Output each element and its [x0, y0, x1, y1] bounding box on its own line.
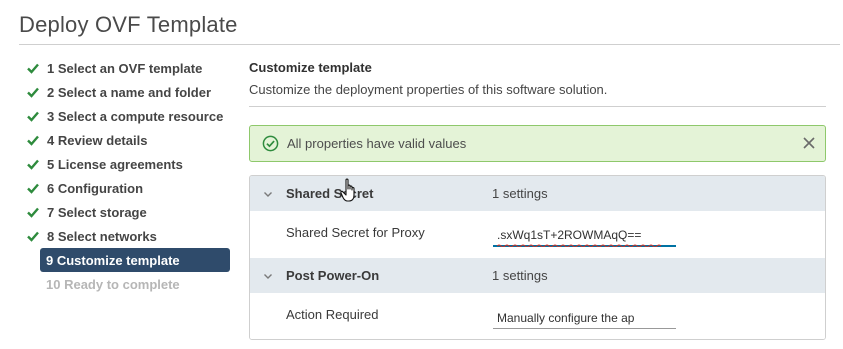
section-description: Customize the deployment properties of t… — [249, 82, 608, 97]
step-label: 9 Customize template — [46, 252, 180, 268]
step-label: 3 Select a compute resource — [47, 108, 224, 124]
group-title: Shared Secret — [286, 186, 374, 201]
check-icon — [27, 87, 39, 98]
close-icon[interactable] — [801, 135, 817, 151]
spellcheck-underline — [497, 244, 662, 247]
step-6[interactable]: 6 Configuration — [20, 176, 232, 200]
step-7[interactable]: 7 Select storage — [20, 200, 232, 224]
check-icon — [27, 63, 39, 74]
step-label: 10 Ready to complete — [46, 276, 180, 292]
step-2[interactable]: 2 Select a name and folder — [20, 80, 232, 104]
group-count: 1 settings — [492, 186, 548, 201]
group-count: 1 settings — [492, 268, 548, 283]
main-panel: Customize template Customize the deploym… — [249, 60, 827, 107]
group-title: Post Power-On — [286, 268, 380, 283]
hand-pointer-icon — [340, 178, 355, 202]
property-row: Action Required — [250, 293, 825, 339]
chevron-down-icon[interactable] — [262, 188, 274, 200]
check-circle-icon — [262, 135, 279, 152]
step-3[interactable]: 3 Select a compute resource — [20, 104, 232, 128]
step-label: 6 Configuration — [47, 180, 144, 196]
step-1[interactable]: 1 Select an OVF template — [20, 56, 232, 80]
dialog-title: Deploy OVF Template — [19, 12, 238, 37]
check-icon — [27, 135, 39, 146]
title-divider — [19, 44, 840, 45]
alert-message: All properties have valid values — [287, 136, 467, 151]
step-4[interactable]: 4 Review details — [20, 128, 232, 152]
check-icon — [27, 111, 39, 122]
check-icon — [27, 159, 39, 170]
properties-grid: Shared Secret 1 settings Shared Secret f… — [249, 175, 826, 340]
section-heading: Customize template — [249, 60, 372, 75]
step-5[interactable]: 5 License agreements — [20, 152, 232, 176]
step-label: 7 Select storage — [47, 204, 147, 220]
wizard-steps: 1 Select an OVF template 2 Select a name… — [20, 56, 232, 296]
property-label: Action Required — [286, 307, 379, 322]
group-post-power-on[interactable]: Post Power-On 1 settings — [250, 258, 825, 293]
step-label: 2 Select a name and folder — [47, 84, 212, 100]
step-9-current[interactable]: 9 Customize template — [40, 248, 230, 272]
section-divider — [249, 106, 826, 107]
check-icon — [27, 207, 39, 218]
validation-alert: All properties have valid values — [249, 125, 826, 162]
action-required-input[interactable] — [493, 305, 676, 329]
check-icon — [27, 231, 39, 242]
step-8[interactable]: 8 Select networks — [20, 224, 232, 248]
group-shared-secret[interactable]: Shared Secret 1 settings — [250, 176, 825, 211]
chevron-down-icon[interactable] — [262, 270, 274, 282]
step-label: 8 Select networks — [47, 228, 157, 244]
property-row: Shared Secret for Proxy — [250, 211, 825, 258]
step-label: 5 License agreements — [47, 156, 183, 172]
step-10: 10 Ready to complete — [40, 272, 232, 296]
property-label: Shared Secret for Proxy — [286, 225, 425, 240]
check-icon — [27, 183, 39, 194]
step-label: 4 Review details — [47, 132, 148, 148]
step-label: 1 Select an OVF template — [47, 60, 203, 76]
